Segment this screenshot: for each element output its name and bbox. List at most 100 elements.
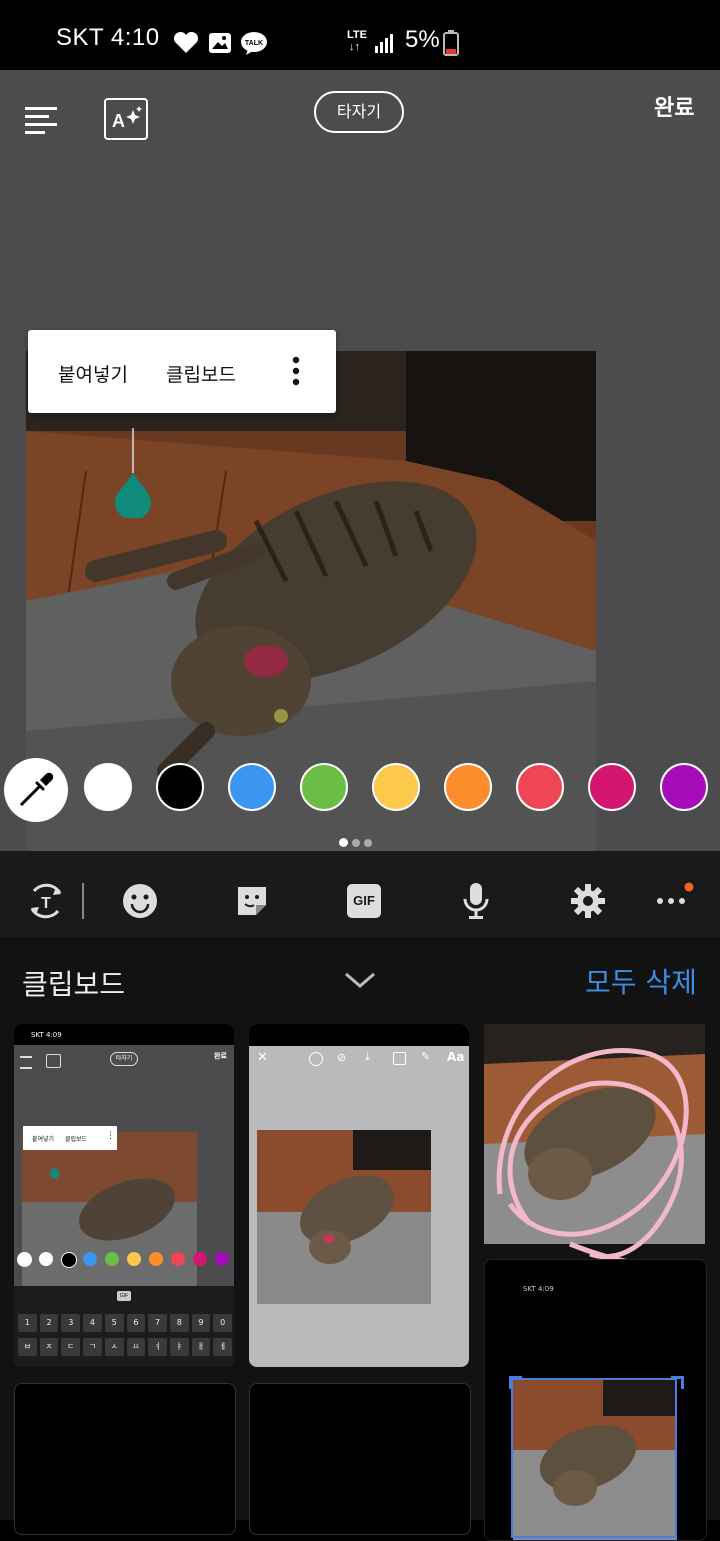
- color-swatch-red[interactable]: [516, 763, 564, 811]
- eyedropper-icon: [19, 772, 54, 807]
- clipboard-menu-item[interactable]: 클립보드: [166, 360, 236, 387]
- thumb-hangul-key: ㅔ: [213, 1338, 233, 1356]
- thumb-cursor-handle: [50, 1168, 59, 1179]
- collapse-chevron-icon[interactable]: [343, 970, 377, 990]
- text-editor-canvas: A 타자기 완료 붙여넣기 클립보드: [0, 70, 720, 851]
- svg-text:T: T: [41, 895, 51, 912]
- thumb-hangul-key: ㅅ: [104, 1338, 124, 1356]
- clipboard-panel: 클립보드 모두 삭제 SKT 4:09 타자기 완료 붙여넣기 클립보드 ⋮ G…: [0, 937, 720, 1541]
- thumb-number-key: 4: [83, 1314, 102, 1332]
- gif-button[interactable]: GIF: [347, 884, 381, 918]
- paste-menu-item[interactable]: 붙여넣기: [58, 360, 128, 387]
- typewriter-mode-button[interactable]: 타자기: [314, 91, 404, 133]
- color-swatch-green[interactable]: [300, 763, 348, 811]
- thumb-hangul-key: ㄷ: [61, 1338, 81, 1356]
- thumb-cat-drawing-image: [484, 1024, 705, 1269]
- thumb-number-row: 1234567890: [18, 1314, 233, 1332]
- color-swatch-black[interactable]: [156, 763, 204, 811]
- crop-corner-handle[interactable]: [509, 1376, 522, 1389]
- context-menu: 붙여넣기 클립보드: [28, 330, 336, 413]
- thumb-link-icon: ⊘: [337, 1051, 347, 1064]
- heart-icon: [173, 32, 199, 53]
- thumb-keyboard: GIF 1234567890 ㅂㅈㄷㄱㅅㅛㅕㅑㅐㅔ: [14, 1286, 234, 1367]
- thumb-hangul-key: ㅕ: [148, 1338, 167, 1356]
- thumb-number-key: 0: [213, 1314, 233, 1332]
- palette-page-indicator: [339, 832, 372, 851]
- kakaotalk-icon: TALK: [241, 32, 267, 55]
- color-swatch-purple[interactable]: [660, 763, 708, 811]
- text-translate-icon[interactable]: T: [26, 881, 66, 921]
- emoji-icon[interactable]: [122, 883, 158, 919]
- thumb-done-label: 완료: [214, 1052, 227, 1060]
- thumb-download-icon: ⤓: [365, 1050, 370, 1063]
- thumb-status-time: SKT 4:09: [523, 1285, 554, 1293]
- thumb-gif-key: GIF: [117, 1291, 131, 1301]
- sticker-icon[interactable]: [234, 883, 270, 919]
- thumb-number-key: 7: [148, 1314, 167, 1332]
- text-style-icon: A: [112, 106, 142, 131]
- thumb-hangul-key: ㅈ: [39, 1338, 59, 1356]
- thumb-paste-label: 붙여넣기: [32, 1136, 55, 1143]
- thumb-sticker-icon: [393, 1052, 406, 1065]
- crop-corner-handle[interactable]: [671, 1376, 684, 1389]
- delete-all-button[interactable]: 모두 삭제: [585, 961, 697, 1001]
- color-swatch-orange[interactable]: [444, 763, 492, 811]
- clipboard-item-drawing[interactable]: [484, 1024, 705, 1269]
- text-style-button[interactable]: A: [104, 98, 148, 140]
- battery-percent: 5%: [405, 26, 440, 53]
- gallery-icon: [209, 33, 231, 53]
- thumb-number-key: 8: [169, 1314, 189, 1332]
- data-arrows-icon: ↓↑: [349, 41, 360, 53]
- eyedropper-button[interactable]: [4, 758, 68, 822]
- clipboard-item-crop[interactable]: SKT 4:09: [484, 1259, 707, 1541]
- clipboard-item-story-photo[interactable]: ✕ ⊘ ⤓ ✎ Aa: [249, 1024, 469, 1367]
- clipboard-item-blank-1[interactable]: [14, 1383, 236, 1535]
- settings-gear-icon[interactable]: [570, 883, 606, 919]
- done-button[interactable]: 완료: [654, 90, 694, 122]
- thumb-emoji-icon: [309, 1052, 323, 1066]
- thumb-status-time: SKT 4:09: [31, 1031, 62, 1039]
- thumb-hangul-key: ㅑ: [169, 1338, 189, 1356]
- thumb-hangul-key: ㄱ: [83, 1338, 102, 1356]
- thumb-number-key: 1: [18, 1314, 37, 1332]
- thumb-hangul-key: ㅐ: [191, 1338, 211, 1356]
- clipboard-item-screenshot[interactable]: SKT 4:09 타자기 완료 붙여넣기 클립보드 ⋮ GIF 1 2 3 4 …: [14, 1024, 234, 1367]
- svg-text:A: A: [112, 111, 125, 131]
- cursor-handle[interactable]: [113, 428, 153, 518]
- signal-icon: [375, 34, 393, 53]
- thumb-number-key: 9: [191, 1314, 211, 1332]
- color-swatch-white[interactable]: [84, 763, 132, 811]
- carrier-time: SKT 4:10: [56, 24, 160, 51]
- thumb-style-icon: [46, 1054, 61, 1068]
- thumb-hangul-key: ㅛ: [126, 1338, 146, 1356]
- thumb-cat-photo: [257, 1130, 431, 1304]
- crop-frame[interactable]: [511, 1378, 677, 1538]
- svg-text:TALK: TALK: [245, 40, 263, 47]
- status-bar: SKT 4:10 TALK LTE ↓↑ 5%: [0, 0, 720, 70]
- thumb-number-key: 2: [39, 1314, 59, 1332]
- thumb-number-key: 3: [61, 1314, 81, 1332]
- thumb-number-key: 5: [104, 1314, 124, 1332]
- network-type: LTE: [347, 29, 367, 41]
- thumb-clipboard-label: 클립보드: [65, 1136, 88, 1143]
- thumb-align-icon: [20, 1056, 32, 1069]
- thumb-close-icon: ✕: [257, 1050, 268, 1065]
- microphone-icon[interactable]: [460, 881, 492, 921]
- thumb-text-tool: Aa: [447, 1050, 465, 1064]
- clipboard-title: 클립보드: [22, 968, 126, 1001]
- more-options-icon[interactable]: [290, 356, 302, 388]
- color-swatch-magenta[interactable]: [588, 763, 636, 811]
- clipboard-item-blank-2[interactable]: [249, 1383, 471, 1535]
- keyboard-toolbar: T GIF: [0, 851, 720, 937]
- toolbar-divider: [82, 883, 84, 919]
- thumb-hangul-key: ㅂ: [18, 1338, 37, 1356]
- color-swatch-yellow[interactable]: [372, 763, 420, 811]
- text-align-icon[interactable]: [25, 105, 59, 135]
- thumb-hangul-row: ㅂㅈㄷㄱㅅㅛㅕㅑㅐㅔ: [18, 1338, 233, 1356]
- thumb-pen-icon: ✎: [421, 1050, 431, 1063]
- thumb-number-key: 6: [126, 1314, 146, 1332]
- color-swatch-blue[interactable]: [228, 763, 276, 811]
- thumb-color-row: [14, 1246, 234, 1278]
- thumb-mode-button: 타자기: [110, 1052, 138, 1066]
- more-icon[interactable]: [654, 881, 700, 917]
